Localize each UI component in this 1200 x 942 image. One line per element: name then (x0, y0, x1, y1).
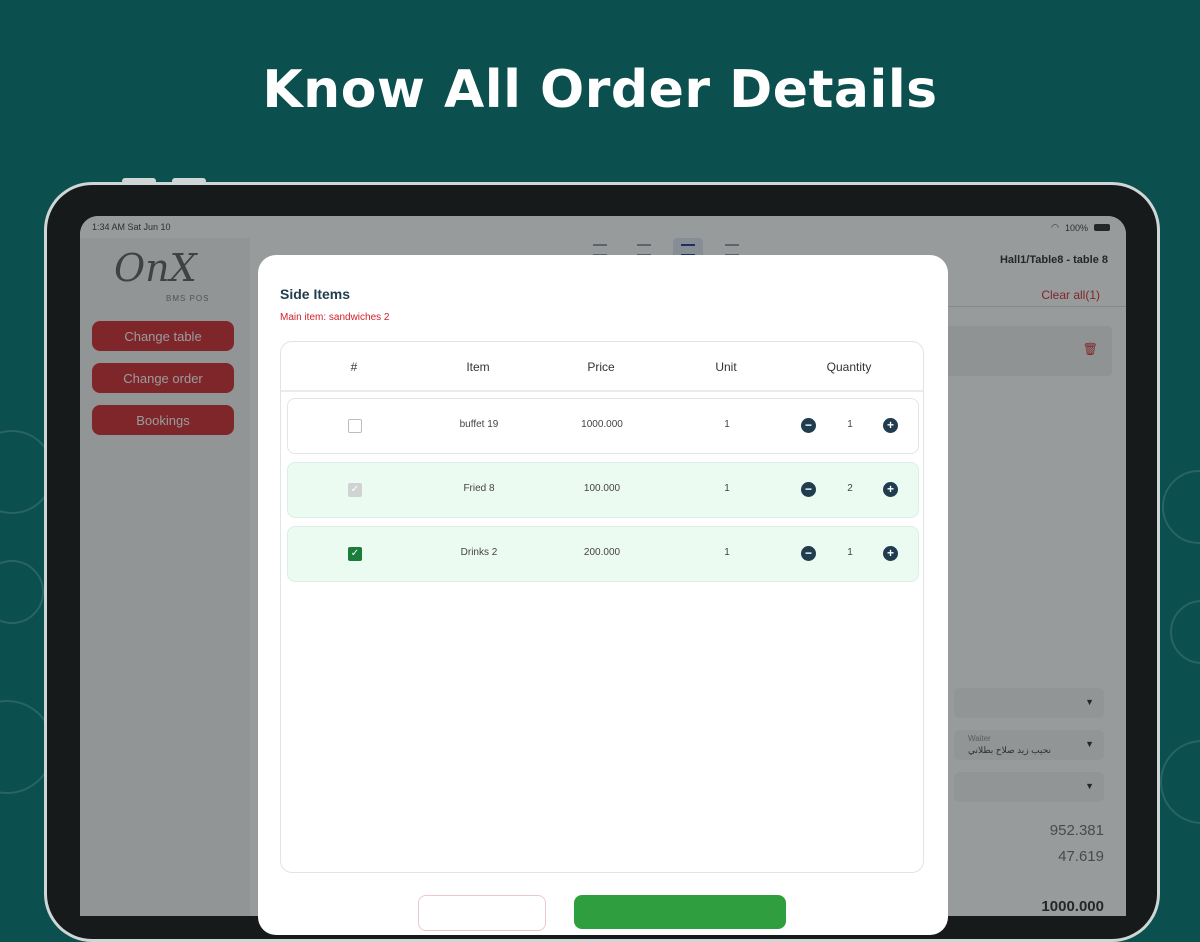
side-items-table: # Item Price Unit Quantity buffet 19 100… (280, 341, 924, 873)
column-header-item: Item (466, 360, 490, 374)
row-quantity: 1 (847, 419, 853, 430)
main-item-label: Main item: sandwiches 2 (280, 312, 390, 323)
column-header-index: # (350, 360, 358, 374)
row-checkbox[interactable] (348, 419, 362, 433)
minus-icon[interactable]: − (801, 482, 816, 497)
row-unit: 1 (724, 483, 730, 494)
cancel-button[interactable] (418, 895, 546, 931)
table-row[interactable]: ✓ Fried 8 100.000 1 − 2 + (287, 462, 919, 518)
row-item: Drinks 2 (460, 547, 498, 558)
decorative-circle (0, 560, 44, 624)
minus-icon[interactable]: − (801, 546, 816, 561)
minus-icon[interactable]: − (801, 418, 816, 433)
table-row[interactable]: ✓ Drinks 2 200.000 1 − 1 + (287, 526, 919, 582)
column-header-unit: Unit (715, 360, 737, 374)
row-item: buffet 19 (459, 419, 499, 430)
row-price: 100.000 (583, 483, 621, 494)
row-checkbox[interactable]: ✓ (348, 483, 362, 497)
modal-title: Side Items (280, 286, 351, 302)
plus-icon[interactable]: + (883, 418, 898, 433)
column-header-quantity: Quantity (826, 360, 872, 374)
row-quantity: 1 (847, 547, 853, 558)
decorative-circle (1160, 740, 1200, 824)
plus-icon[interactable]: + (883, 482, 898, 497)
row-price: 1000.000 (581, 419, 623, 430)
table-row[interactable]: buffet 19 1000.000 1 − 1 + (287, 398, 919, 454)
headline: Know All Order Details (262, 60, 938, 120)
row-unit: 1 (724, 547, 730, 558)
row-quantity: 2 (847, 483, 853, 494)
confirm-button[interactable] (574, 895, 786, 929)
decorative-circle (1170, 600, 1200, 664)
row-item: Fried 8 (463, 483, 495, 494)
decorative-circle (1162, 470, 1200, 544)
side-items-modal: Side Items Main item: sandwiches 2 # Ite… (258, 255, 948, 935)
row-unit: 1 (724, 419, 730, 430)
table-header: # Item Price Unit Quantity (281, 342, 923, 392)
row-price: 200.000 (583, 547, 621, 558)
column-header-price: Price (587, 360, 615, 374)
row-checkbox[interactable]: ✓ (348, 547, 362, 561)
plus-icon[interactable]: + (883, 546, 898, 561)
